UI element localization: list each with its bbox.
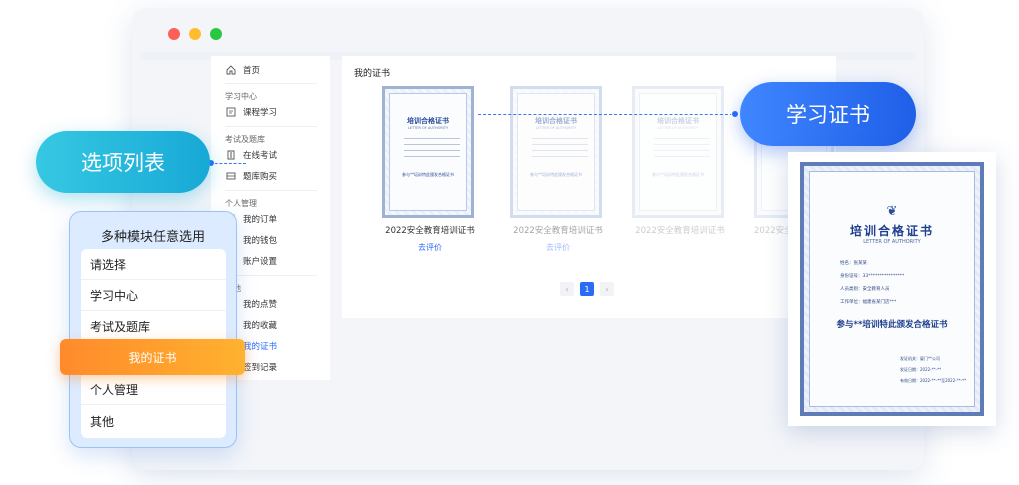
window-titlebar [132, 8, 924, 52]
thumb-subtitle: LETTER OF AUTHORITY [535, 126, 577, 130]
connector-line-right [478, 114, 738, 115]
prev-page-button[interactable]: ‹ [560, 282, 574, 296]
field-name: 姓名：张某某 [840, 261, 867, 266]
certificate-issuer-info: 发证机关：厦门**公司 发证日期：2022-**-** 有效日期：2022-**… [900, 356, 978, 389]
review-link[interactable]: 去评价 [382, 242, 478, 253]
sidebar-item-label: 我的订单 [243, 215, 278, 225]
list-icon [225, 171, 236, 182]
sidebar-item-question-bank[interactable]: 题库购买 [225, 170, 277, 182]
sidebar-divider [225, 126, 317, 127]
sidebar-divider [225, 83, 317, 84]
sidebar-divider [225, 190, 317, 191]
thumb-footer: 参与**培训特此颁发合格证书 [530, 172, 582, 177]
sidebar-item-course-study[interactable]: 课程学习 [225, 106, 277, 118]
issue-date: 发证日期：2022-**-** [900, 367, 942, 372]
certificate-border: ❦ 培训合格证书 LETTER OF AUTHORITY 姓名：张某某 身份证号… [800, 162, 984, 416]
field-category: 人员类别：安全教育人员 [840, 287, 890, 292]
maximize-window-button[interactable] [210, 28, 222, 40]
certificate-name: 2022安全教育培训证书 [635, 226, 725, 236]
certificate-statement: 参与**培训特此颁发合格证书 [836, 320, 948, 330]
sidebar-item-label: 我的证书 [243, 342, 278, 352]
option-exam-bank[interactable]: 考试及题库 [81, 311, 226, 342]
connector-line-left [210, 163, 246, 164]
pagination: ‹ 1 › [560, 282, 614, 296]
certificate-thumbnail[interactable]: 培训合格证书 LETTER OF AUTHORITY 参与**培训特此颁发合格证… [382, 86, 474, 218]
certificate-preview: ❦ 培训合格证书 LETTER OF AUTHORITY 姓名：张某某 身份证号… [788, 152, 996, 426]
certificate-thumbnail[interactable]: 培训合格证书 LETTER OF AUTHORITY 参与**培训特此颁发合格证… [510, 86, 602, 218]
sidebar-section-personal: 个人管理 [225, 199, 257, 208]
sidebar-divider [225, 275, 317, 276]
sidebar-item-label: 账户设置 [243, 257, 278, 267]
option-personal-management[interactable]: 个人管理 [81, 374, 226, 405]
callout-option-list: 选项列表 [36, 131, 210, 193]
sidebar-item-label: 签到记录 [243, 363, 278, 373]
valid-date: 有效日期：2022-**-**至2022-**-** [900, 378, 967, 383]
home-icon [225, 65, 236, 76]
sidebar-section-exam: 考试及题库 [225, 135, 265, 144]
certificate-subtitle: LETTER OF AUTHORITY [863, 239, 921, 245]
certificate-card[interactable]: 培训合格证书 LETTER OF AUTHORITY 参与**培训特此颁发合格证… [382, 86, 478, 253]
module-select-popover: 多种模块任意选用 请选择 学习中心 考试及题库 个人管理 其他 [69, 211, 237, 448]
certificate-thumbnail[interactable]: 培训合格证书 LETTER OF AUTHORITY 参与**培训特此颁发合格证… [632, 86, 724, 218]
thumb-title: 培训合格证书 [407, 117, 449, 125]
sidebar-section-learning: 学习中心 [225, 92, 257, 101]
sidebar-item-label: 题库购买 [243, 172, 278, 182]
page-button-current[interactable]: 1 [580, 282, 594, 296]
sidebar-item-label: 首页 [243, 66, 261, 76]
popover-title: 多种模块任意选用 [100, 230, 205, 245]
certificate-name: 2022安全教育培训证书 [385, 226, 475, 236]
sidebar-item-label: 我的钱包 [243, 236, 278, 246]
issuer-authority: 发证机关：厦门**公司 [900, 356, 940, 361]
callout-learning-certificate: 学习证书 [740, 82, 916, 146]
thumb-subtitle: LETTER OF AUTHORITY [657, 126, 699, 130]
review-link[interactable]: 去评价 [510, 242, 606, 253]
next-page-button[interactable]: › [600, 282, 614, 296]
minimize-window-button[interactable] [189, 28, 201, 40]
close-window-button[interactable] [168, 28, 180, 40]
certificate-title: 培训合格证书 [849, 224, 934, 238]
field-organization: 工作单位：福建省某门店*** [840, 300, 897, 305]
certificate-card[interactable]: 培训合格证书 LETTER OF AUTHORITY 参与**培训特此颁发合格证… [510, 86, 606, 253]
option-learning-center[interactable]: 学习中心 [81, 280, 226, 311]
book-icon [225, 107, 236, 118]
exam-icon [225, 150, 236, 161]
thumb-title: 培训合格证书 [657, 117, 699, 125]
sidebar-item-label: 在线考试 [243, 151, 278, 161]
page-title: 我的证书 [354, 69, 391, 79]
selected-option-my-certificates[interactable]: 我的证书 [60, 339, 245, 375]
sidebar-item-label: 我的收藏 [243, 321, 278, 331]
thumb-subtitle: LETTER OF AUTHORITY [407, 126, 449, 130]
sidebar-item-home[interactable]: 首页 [225, 64, 260, 76]
field-id-number: 身份证号：33**************** [840, 274, 905, 279]
sidebar-item-label: 课程学习 [243, 108, 278, 118]
option-placeholder[interactable]: 请选择 [81, 249, 226, 280]
sidebar-item-label: 我的点赞 [243, 300, 278, 310]
thumb-title: 培训合格证书 [535, 117, 577, 125]
ornament-icon: ❦ [886, 204, 898, 219]
thumb-footer: 参与**培训特此颁发合格证书 [652, 172, 704, 177]
connector-dot-right [731, 110, 739, 118]
option-other[interactable]: 其他 [81, 406, 226, 437]
certificate-fields: 姓名：张某某 身份证号：33**************** 人员类别：安全教育… [840, 260, 960, 312]
certificate-name: 2022安全教育培训证书 [513, 226, 603, 236]
thumb-footer: 参与**培训特此颁发合格证书 [402, 172, 454, 177]
sidebar-item-online-exam[interactable]: 在线考试 [225, 149, 277, 161]
certificate-card[interactable]: 培训合格证书 LETTER OF AUTHORITY 参与**培训特此颁发合格证… [632, 86, 728, 236]
